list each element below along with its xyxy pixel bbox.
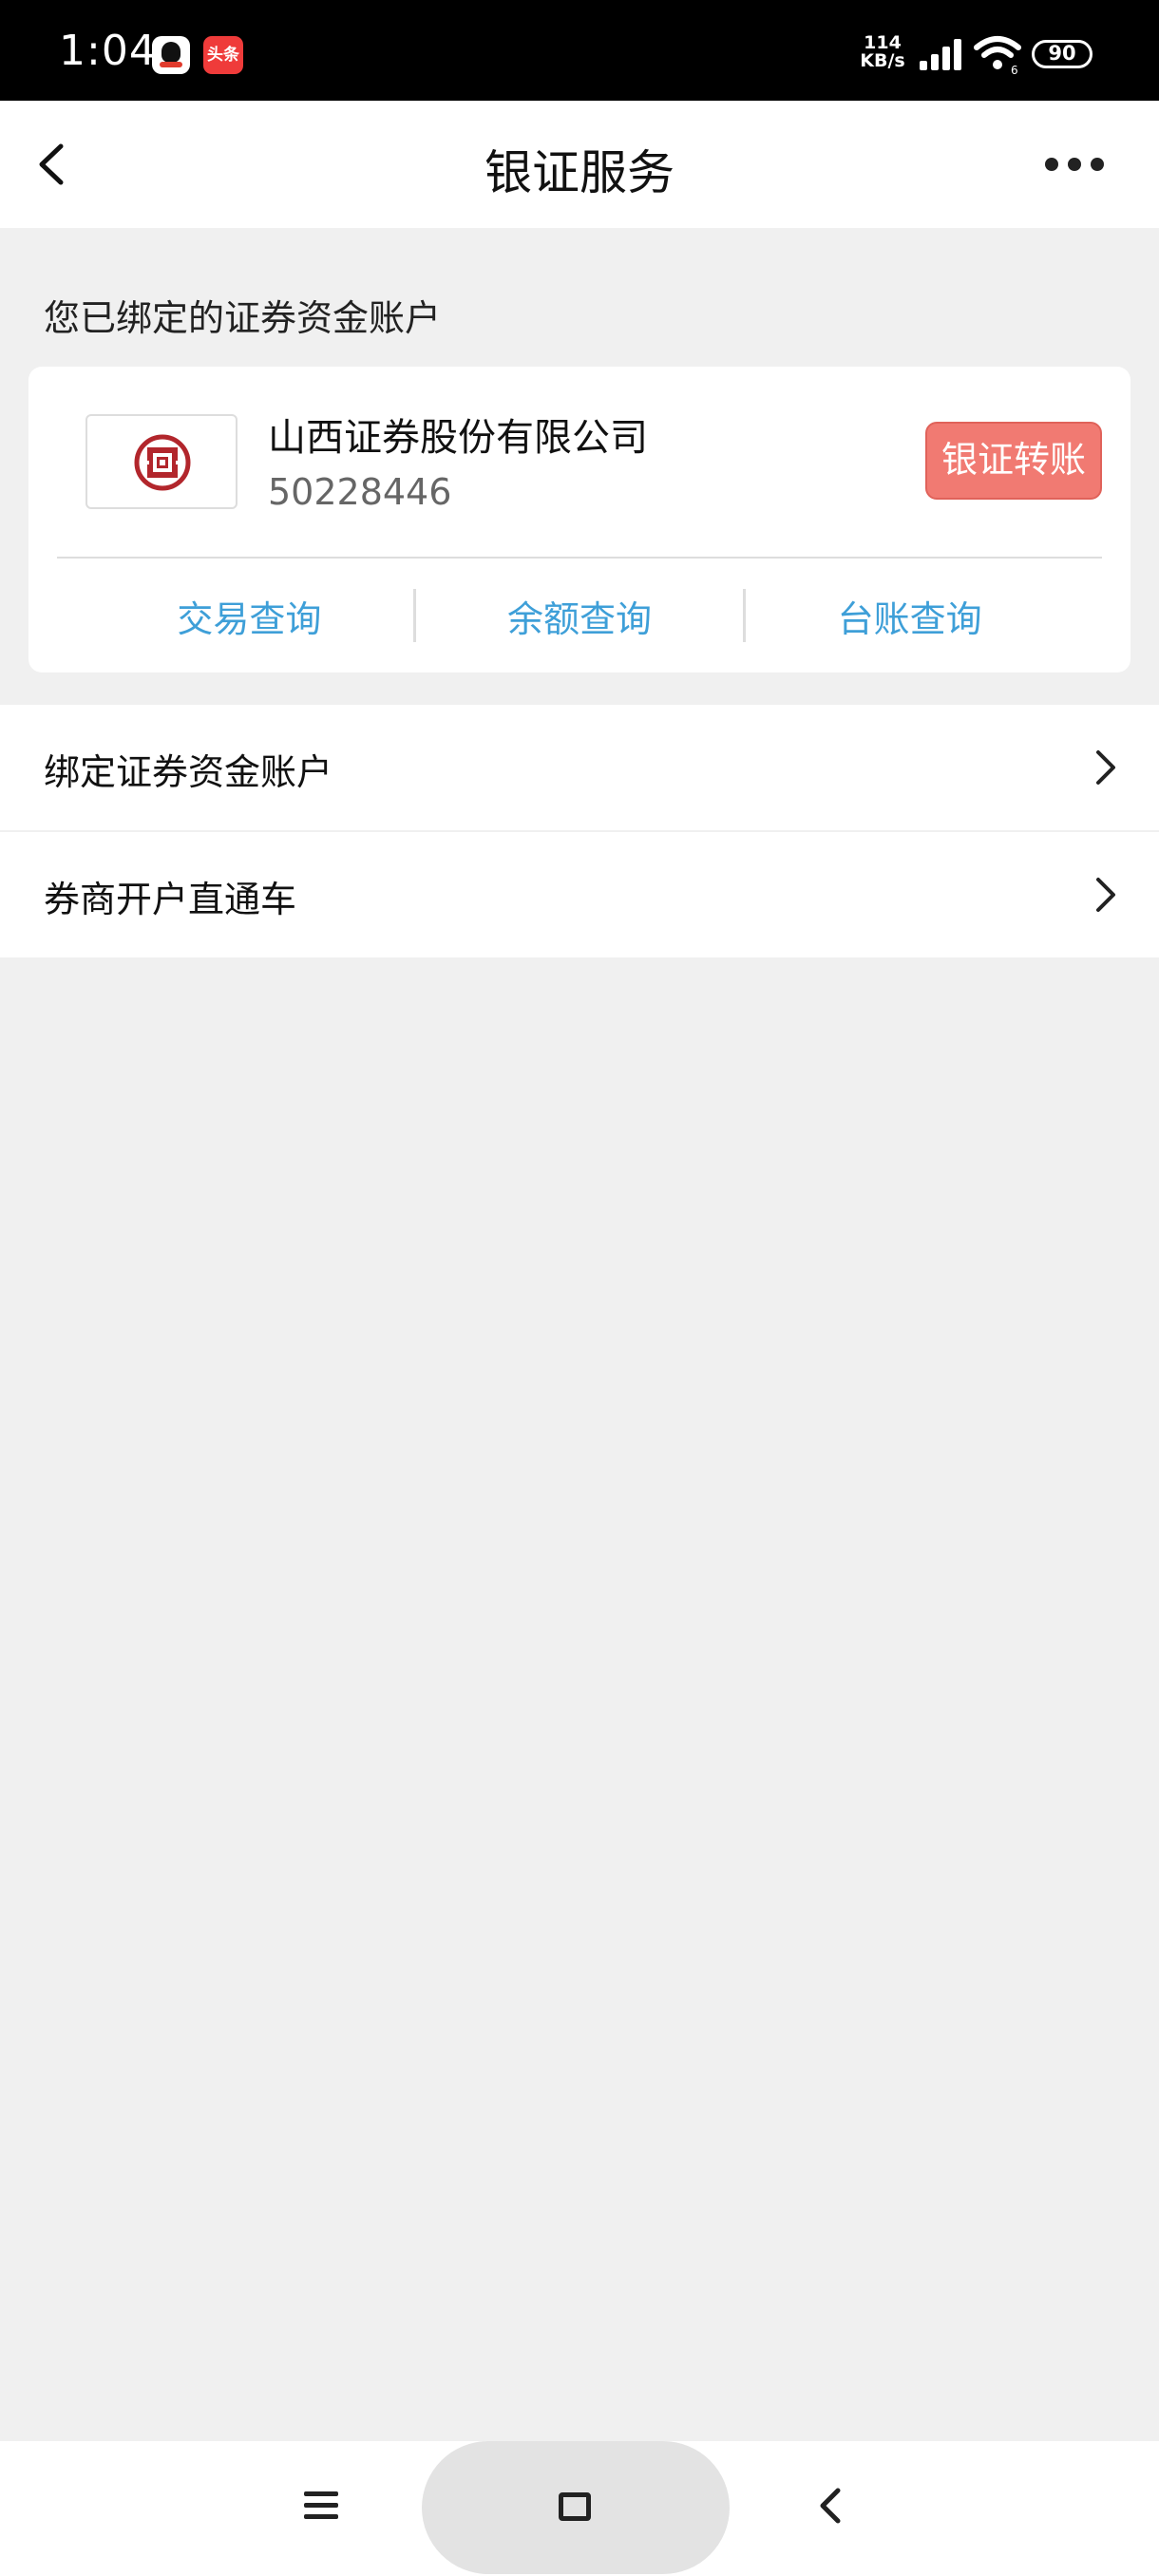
wifi-icon: 6 (974, 36, 1021, 74)
bind-securities-account-item[interactable]: 绑定证券资金账户 (0, 705, 1159, 830)
bank-securities-transfer-button[interactable]: 银证转账 (925, 422, 1102, 500)
chevron-right-icon (1096, 750, 1115, 785)
svg-text:6: 6 (1011, 64, 1018, 74)
transaction-query-link[interactable]: 交易查询 (86, 590, 413, 642)
qq-notification-icon (152, 36, 190, 74)
list-item-label: 绑定证券资金账户 (44, 751, 333, 793)
chevron-right-icon (1096, 878, 1115, 912)
more-options-icon[interactable] (1041, 141, 1108, 188)
recent-apps-icon[interactable] (304, 2489, 338, 2523)
system-back-icon[interactable] (815, 2487, 844, 2525)
ledger-query-link[interactable]: 台账查询 (746, 590, 1074, 642)
status-time: 1:04 (59, 27, 157, 75)
status-bar: 1:04 头条 114 KB/s 6 90 (0, 0, 1159, 101)
broker-account-opening-item[interactable]: 券商开户直通车 (0, 832, 1159, 957)
battery-level: 90 (1048, 42, 1076, 65)
account-number: 50228446 (268, 471, 452, 513)
broker-logo (86, 414, 238, 509)
bound-accounts-title: 您已绑定的证券资金账户 (44, 297, 442, 339)
account-actions: 交易查询 余额查询 台账查询 (28, 559, 1130, 672)
list-item-label: 券商开户直通车 (44, 879, 297, 920)
battery-icon: 90 (1032, 40, 1092, 68)
home-button[interactable] (422, 2441, 730, 2574)
app-header: 银证服务 (0, 101, 1159, 228)
network-speed-unit: KB/s (860, 50, 905, 71)
securities-account-card: 山西证券股份有限公司 50228446 银证转账 交易查询 余额查询 台账查询 (28, 367, 1130, 672)
toutiao-notification-icon: 头条 (203, 36, 243, 74)
network-speed: 114 KB/s (857, 34, 908, 70)
home-square-icon (559, 2492, 591, 2521)
page-title: 银证服务 (484, 145, 674, 200)
broker-name: 山西证券股份有限公司 (268, 416, 648, 460)
system-navigation-bar (0, 2441, 1159, 2576)
shanxi-securities-logo-icon (134, 434, 191, 491)
balance-query-link[interactable]: 余额查询 (416, 590, 744, 642)
signal-icon (920, 39, 961, 70)
